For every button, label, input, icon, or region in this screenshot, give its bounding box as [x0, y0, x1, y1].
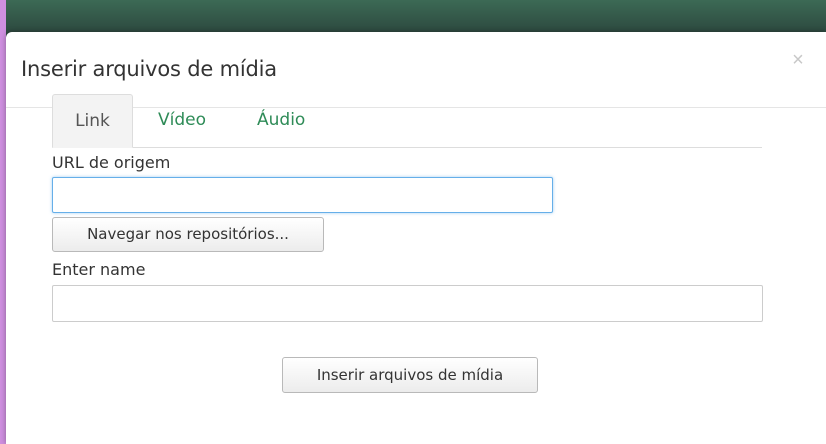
tab-video[interactable]: Vídeo: [158, 94, 206, 147]
url-label: URL de origem: [52, 153, 171, 172]
browse-repositories-button[interactable]: Navegar nos repositórios...: [52, 217, 324, 252]
header-band: [6, 0, 826, 30]
tab-link[interactable]: Link: [52, 94, 133, 148]
tab-audio[interactable]: Áudio: [257, 94, 305, 147]
url-input[interactable]: [52, 177, 553, 213]
close-icon[interactable]: ×: [786, 48, 810, 72]
media-tabs: Link Vídeo Áudio: [52, 94, 762, 148]
dialog-title: Inserir arquivos de mídia: [21, 57, 277, 81]
name-input[interactable]: [52, 285, 763, 322]
name-label: Enter name: [52, 260, 146, 279]
insert-media-button[interactable]: Inserir arquivos de mídia: [282, 357, 538, 393]
